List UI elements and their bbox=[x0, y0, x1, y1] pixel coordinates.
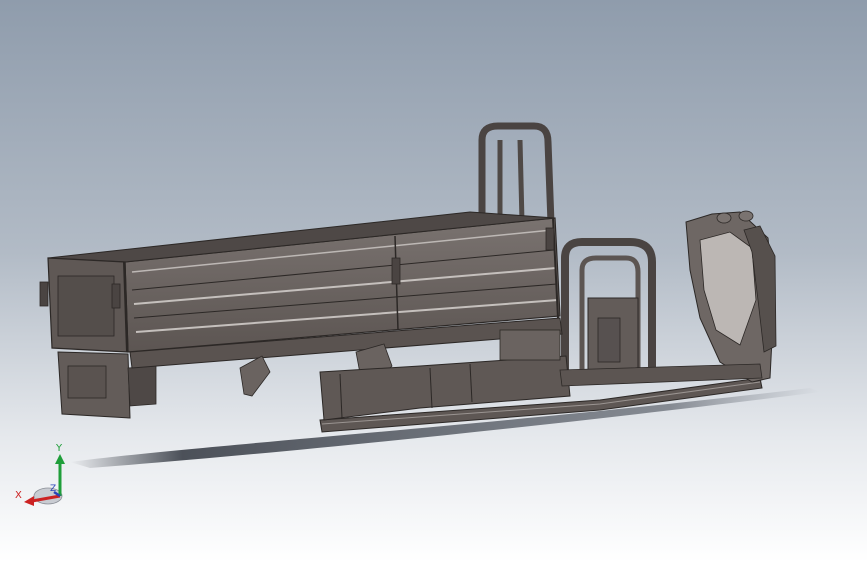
z-axis-label: Z bbox=[50, 484, 57, 494]
x-axis-label: X bbox=[15, 490, 22, 501]
y-axis-arrow bbox=[55, 454, 65, 464]
seat-knob-1 bbox=[716, 212, 732, 224]
rear-latch-left bbox=[39, 281, 49, 307]
front-latch bbox=[545, 227, 555, 251]
leaf-spring-bracket-1 bbox=[239, 355, 271, 397]
engine-block-detail bbox=[597, 317, 621, 363]
triad-svg bbox=[24, 454, 65, 506]
seat-knob-2 bbox=[738, 210, 754, 222]
rear-latch-right bbox=[111, 283, 121, 309]
cad-viewport[interactable]: X Y Z bbox=[0, 0, 867, 562]
end-panel-door bbox=[57, 275, 115, 337]
rear-storage-panel bbox=[67, 365, 107, 399]
roll-bar-post-2 bbox=[517, 139, 525, 223]
truck-chassis-model[interactable] bbox=[0, 0, 867, 562]
rear-light bbox=[127, 365, 157, 407]
x-axis-arrow bbox=[24, 496, 34, 506]
coordinate-triad: X Y Z bbox=[12, 440, 82, 510]
y-axis-label: Y bbox=[56, 443, 63, 454]
differential bbox=[499, 329, 561, 361]
side-latch bbox=[391, 257, 401, 285]
